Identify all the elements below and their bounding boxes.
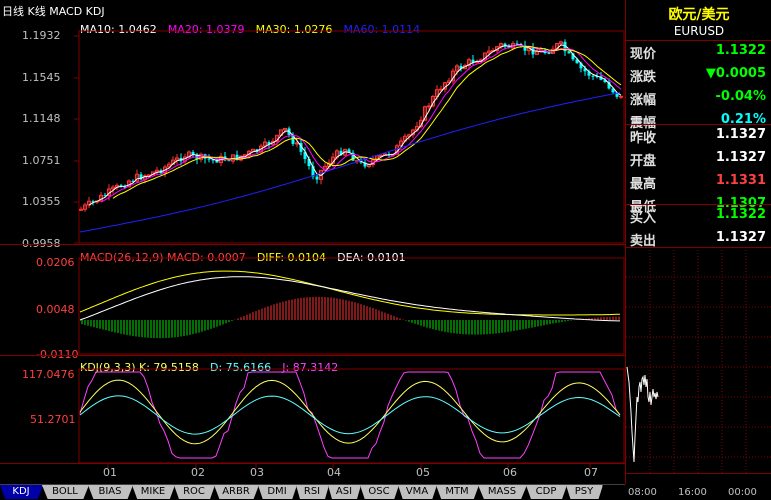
dea-line: [79, 276, 620, 322]
candle: [319, 169, 323, 185]
quote-row-change-pct: 涨幅 -0.04%: [626, 86, 771, 109]
candlesticks: [79, 39, 623, 212]
ma20-line: [100, 44, 622, 203]
candle: [83, 202, 87, 212]
quote-row-open: 开盘 1.1327: [626, 147, 771, 170]
tab-bias[interactable]: BIAS: [88, 485, 133, 499]
time-tick-0: 08:00: [628, 487, 657, 498]
quote-value: 1.1327: [715, 150, 766, 165]
kdj-j-line: [79, 371, 621, 459]
quote-row-change: 涨跌 ▼0.0005: [626, 63, 771, 86]
ma30-line: [112, 45, 622, 199]
candle: [139, 171, 143, 181]
kdj-panel-frame: [78, 368, 625, 464]
candle: [203, 153, 207, 164]
quote-key: 开盘: [630, 154, 657, 169]
macd-lines: [79, 270, 621, 322]
tab-rsi[interactable]: RSI: [296, 485, 329, 499]
price-panel-frame: [78, 30, 625, 244]
indicator-tabbar: KDJ BOLL BIAS MIKE ROC ARBR DMI RSI ASI …: [0, 484, 625, 500]
quote-row-prev-close: 昨收 1.1327: [626, 124, 771, 147]
time-tick-2: 00:00: [728, 487, 757, 498]
diff-line: [79, 270, 621, 316]
chart-area[interactable]: 日线 K线 MACD KDJ MA10: 1.0462 MA20: 1.0379…: [0, 0, 625, 484]
candle: [619, 95, 623, 100]
candle: [251, 148, 255, 152]
candle: [79, 206, 83, 211]
quote-key: 昨收: [630, 131, 657, 146]
macd-histogram: [81, 296, 620, 339]
candle: [523, 40, 527, 56]
quote-row-price: 现价 1.1322: [626, 40, 771, 63]
candle: [499, 42, 503, 50]
tab-kdj[interactable]: KDJ: [0, 485, 43, 499]
quote-value: -0.04%: [715, 89, 767, 104]
quote-key: 涨跌: [630, 70, 657, 85]
tab-psy[interactable]: PSY: [566, 485, 603, 499]
quote-key: 最高: [630, 177, 657, 192]
quote-key: 现价: [630, 47, 657, 62]
instrument-code: EURUSD: [673, 24, 725, 38]
quote-key: 涨幅: [630, 93, 657, 108]
tab-osc[interactable]: OSC: [360, 485, 399, 499]
intraday-grid: [626, 247, 771, 473]
indicator-canvas[interactable]: [0, 0, 625, 484]
candle: [175, 154, 179, 165]
tab-mike[interactable]: MIKE: [132, 485, 175, 499]
candle: [599, 71, 603, 81]
tab-arbr[interactable]: ARBR: [214, 485, 259, 499]
quote-value: 1.1327: [715, 127, 766, 142]
quote-panel: 欧元/美元 EURUSD 现价 1.1322 涨跌 ▼0.0005 涨幅 -0.…: [625, 0, 771, 498]
kdj-d-line: [79, 395, 621, 435]
intraday-chart[interactable]: [626, 247, 771, 487]
tab-asi[interactable]: ASI: [328, 485, 361, 499]
quote-value: 1.1322: [715, 43, 766, 58]
kdj-k-line: [79, 379, 621, 445]
tab-mtm[interactable]: MTM: [436, 485, 479, 499]
quote-row-high: 最高 1.1331: [626, 170, 771, 193]
tab-vma[interactable]: VMA: [398, 485, 437, 499]
quote-value: 1.1331: [715, 173, 766, 188]
quote-value: 1.1327: [715, 230, 766, 245]
instrument-name: 欧元/美元: [668, 7, 730, 23]
ma60-line: [79, 92, 621, 233]
candle: [515, 40, 519, 45]
tab-boll[interactable]: BOLL: [42, 485, 89, 499]
quote-value: ▼0.0005: [705, 66, 766, 81]
quote-value: 1.1322: [715, 207, 766, 222]
intraday-price-line: [626, 366, 659, 463]
tab-roc[interactable]: ROC: [174, 485, 215, 499]
moving-average-lines: [79, 43, 622, 233]
quote-key: 买入: [630, 211, 657, 226]
quote-row-bid: 买入 1.1322: [626, 204, 771, 227]
kdj-lines: [79, 371, 621, 459]
tab-mass[interactable]: MASS: [478, 485, 527, 499]
tab-dmi[interactable]: DMI: [258, 485, 297, 499]
tab-cdp[interactable]: CDP: [526, 485, 567, 499]
time-tick-1: 16:00: [678, 487, 707, 498]
price-tick-marks: [74, 35, 79, 244]
candle: [87, 196, 91, 208]
ma10-line: [88, 43, 622, 206]
candle: [563, 39, 567, 56]
